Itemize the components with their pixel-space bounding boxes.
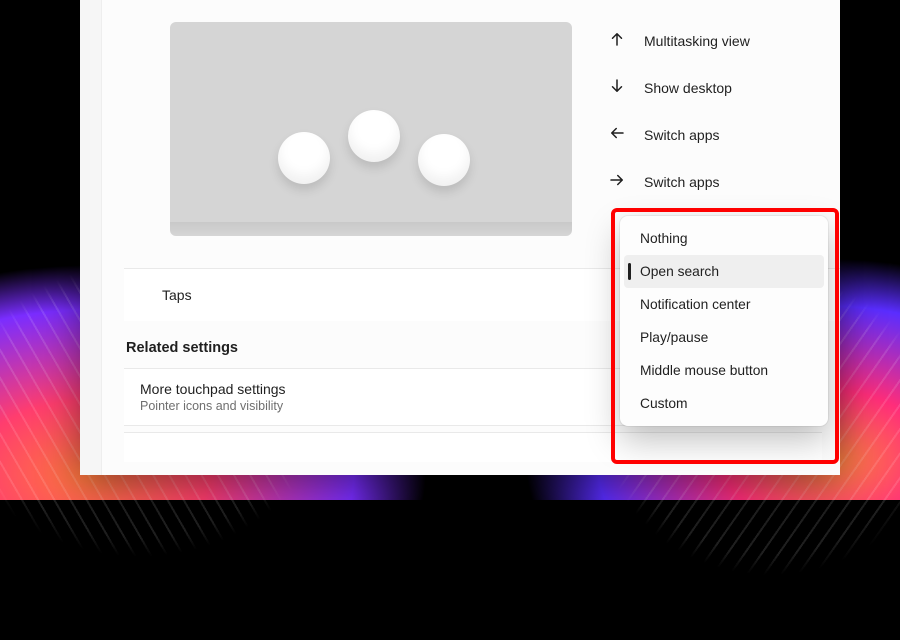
related-settings-heading: Related settings — [126, 340, 238, 356]
gesture-label: Switch apps — [644, 127, 719, 143]
gesture-row[interactable]: Switch apps — [608, 124, 750, 145]
dropdown-item[interactable]: Play/pause — [624, 321, 824, 354]
arrow-down-icon — [608, 77, 626, 98]
gesture-label: Switch apps — [644, 174, 719, 190]
gesture-dot — [418, 134, 470, 186]
gesture-list: Multitasking view Show desktop Switch apps… — [608, 30, 750, 192]
arrow-up-icon — [608, 30, 626, 51]
touchpad-gesture-preview — [170, 22, 572, 236]
dropdown-item[interactable]: Open search — [624, 255, 824, 288]
window-left-gutter — [80, 0, 102, 475]
dropdown-item[interactable]: Custom — [624, 387, 824, 420]
dropdown-item[interactable]: Nothing — [624, 222, 824, 255]
arrow-left-icon — [608, 124, 626, 145]
gesture-row[interactable]: Multitasking view — [608, 30, 750, 51]
taps-label: Taps — [162, 287, 192, 303]
gesture-dot — [348, 110, 400, 162]
settings-window: Multitasking view Show desktop Switch apps… — [80, 0, 840, 475]
settings-card[interactable] — [124, 432, 822, 462]
gesture-label: Multitasking view — [644, 33, 750, 49]
dropdown-item[interactable]: Notification center — [624, 288, 824, 321]
dropdown-item[interactable]: Middle mouse button — [624, 354, 824, 387]
settings-content: Multitasking view Show desktop Switch apps… — [102, 0, 840, 475]
gesture-action-dropdown[interactable]: NothingOpen searchNotification centerPla… — [620, 216, 828, 426]
arrow-right-icon — [608, 171, 626, 192]
gesture-row[interactable]: Switch apps — [608, 171, 750, 192]
gesture-label: Show desktop — [644, 80, 732, 96]
gesture-dot — [278, 132, 330, 184]
gesture-row[interactable]: Show desktop — [608, 77, 750, 98]
